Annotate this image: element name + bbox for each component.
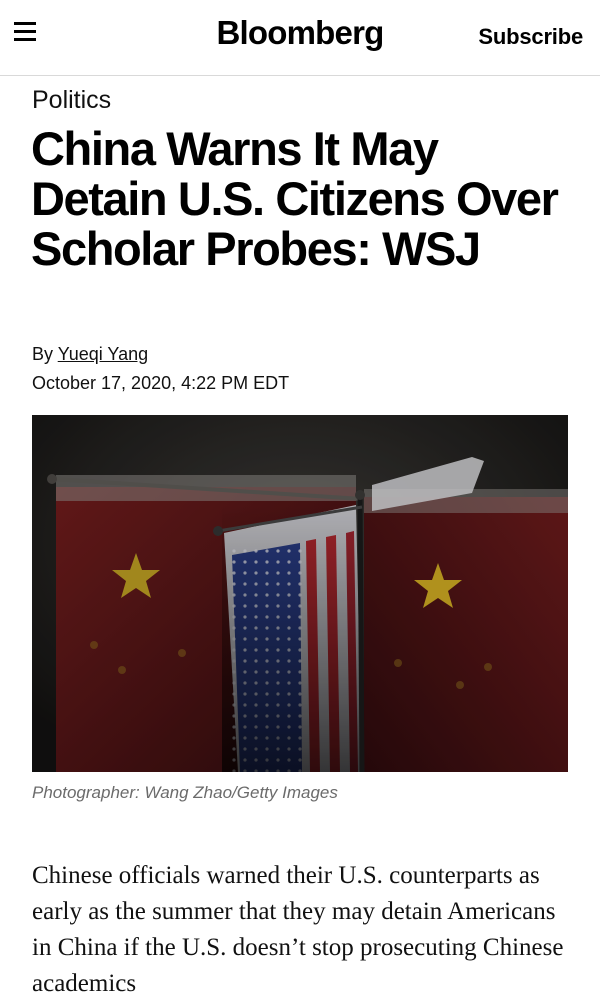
flags-photo-illustration	[32, 415, 568, 772]
publish-date: October 17, 2020, 4:22 PM EDT	[32, 373, 290, 393]
author-link[interactable]: Yueqi Yang	[58, 344, 148, 364]
site-header: Bloomberg Subscribe	[0, 0, 600, 76]
article-body-paragraph: Chinese officials warned their U.S. coun…	[32, 862, 564, 997]
article-photo	[32, 415, 568, 772]
byline: By Yueqi Yang	[32, 344, 148, 365]
article-category[interactable]: Politics	[32, 86, 111, 115]
byline-prefix: By	[32, 344, 54, 364]
article-headline: China Warns It May Detain U.S. Citizens …	[31, 122, 559, 275]
photo-caption: Photographer: Wang Zhao/Getty Images	[32, 783, 338, 802]
subscribe-button[interactable]: Subscribe	[478, 24, 583, 50]
hamburger-menu-icon[interactable]	[14, 22, 38, 46]
brand-logo[interactable]: Bloomberg	[217, 14, 385, 51]
